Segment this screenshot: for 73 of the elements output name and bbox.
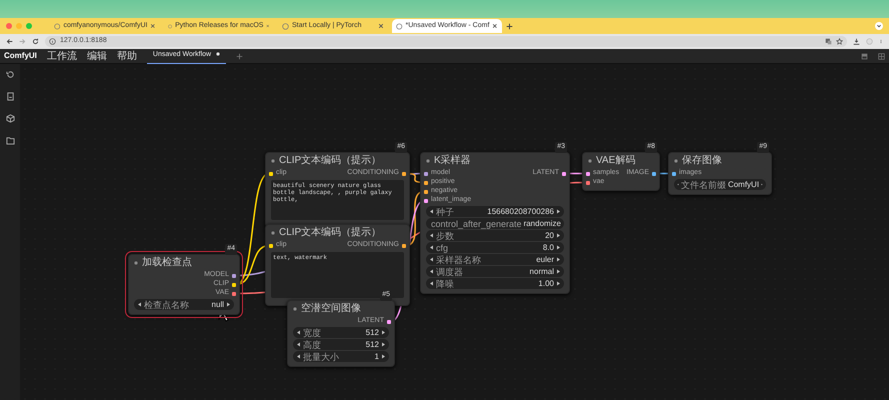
collapse-dot-icon[interactable] [293,307,297,311]
translate-icon[interactable] [825,38,832,45]
collapse-dot-icon[interactable] [588,159,592,163]
star-icon[interactable] [836,38,843,45]
collapse-dot-icon[interactable] [271,159,275,163]
node-title: VAE解码 [596,155,636,167]
left-arrow-icon[interactable] [296,342,301,347]
right-arrow-icon[interactable] [381,330,386,335]
new-tab-icon[interactable] [236,52,244,60]
back-icon[interactable] [6,38,13,45]
chevron-down-icon[interactable] [875,22,883,30]
widget-field[interactable]: 步数 20 [426,230,564,241]
left-arrow-icon[interactable] [296,354,301,359]
collapse-dot-icon[interactable] [271,231,275,235]
cube-icon[interactable] [6,114,14,123]
document-icon[interactable] [6,92,14,101]
right-arrow-icon[interactable] [226,302,231,307]
right-arrow-icon[interactable] [556,257,561,262]
left-arrow-icon[interactable] [429,233,434,238]
site-icon [168,22,172,30]
right-arrow-icon[interactable] [556,269,561,274]
right-arrow-icon[interactable] [381,354,386,359]
widget-field[interactable]: 调度器 normal [426,266,564,277]
download-icon[interactable] [853,38,860,45]
menu-item[interactable]: 编辑 [86,50,107,62]
grid-icon[interactable] [878,52,885,60]
widget-field[interactable]: 种子 156680208700286 [426,206,564,217]
unsaved-dot-icon [216,52,220,56]
widget-field[interactable]: 批量大小 1 [293,351,389,362]
right-arrow-icon[interactable] [381,342,386,347]
node-title: 空潜空间图像 [301,303,361,315]
collapse-dot-icon[interactable] [674,159,678,163]
site-icon [54,22,60,30]
left-arrow-icon[interactable] [429,257,434,262]
widget-field[interactable]: 高度 512 [293,339,389,350]
right-arrow-icon[interactable] [556,209,561,214]
left-arrow-icon[interactable] [429,269,434,274]
widget-field[interactable]: 文件名前缀 ComfyUI [674,179,766,190]
widget-field[interactable]: 宽度 512 [293,327,389,338]
node-title: CLIP文本编码（提示） [279,155,382,167]
info-icon [49,38,56,45]
left-arrow-icon[interactable] [137,302,142,307]
widget-field[interactable]: 采样器名称 euler [426,254,564,265]
collapse-dot-icon[interactable] [134,261,138,265]
right-arrow-icon[interactable] [556,281,561,286]
widget-field[interactable]: 检查点名称 null [134,299,234,310]
close-icon[interactable] [378,23,384,29]
history-icon[interactable] [6,70,14,79]
new-tab-icon[interactable] [506,22,513,30]
right-arrow-icon[interactable] [556,233,561,238]
widget-field[interactable]: control_after_generate randomize [426,218,564,229]
site-icon [396,22,403,30]
app-logo: ComfyUI [4,50,37,62]
site-icon [282,22,289,30]
close-icon[interactable] [492,23,498,29]
node-title: 保存图像 [682,155,722,167]
menu-item[interactable]: 工作流 [46,50,77,62]
widget-field[interactable]: 降噪 1.00 [426,278,564,289]
left-arrow-icon[interactable] [429,209,434,214]
node-title: CLIP文本编码（提示） [279,227,382,239]
widget-field[interactable]: cfg 8.0 [426,242,564,253]
folder-icon[interactable] [6,136,14,145]
close-icon[interactable] [150,23,156,29]
collapse-dot-icon[interactable] [426,159,430,163]
menu-item[interactable]: 帮助 [116,50,137,62]
right-arrow-icon[interactable] [556,245,561,250]
node-title: K采样器 [434,155,471,167]
reload-icon[interactable] [32,38,39,45]
left-arrow-icon[interactable] [296,330,301,335]
node-title: 加载检查点 [142,257,192,269]
panel-icon[interactable] [861,52,868,60]
left-arrow-icon[interactable] [429,245,434,250]
left-arrow-icon[interactable] [429,281,434,286]
